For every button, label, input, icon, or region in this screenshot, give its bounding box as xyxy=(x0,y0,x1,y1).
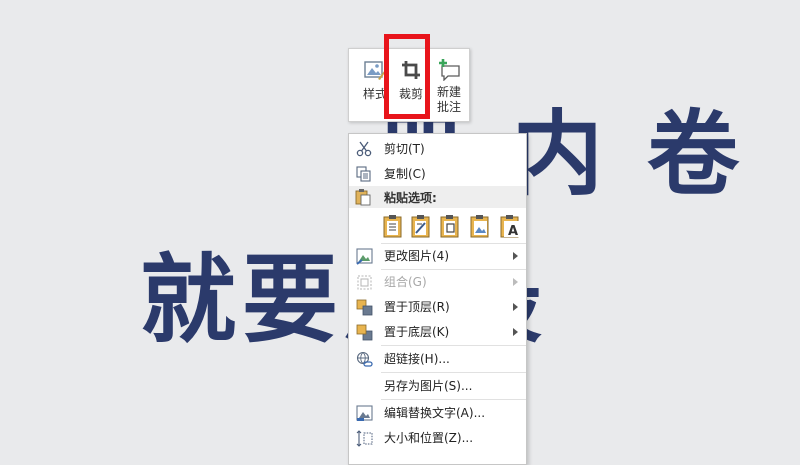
change-picture-icon xyxy=(355,247,373,265)
new-comment-label-line2: 批注 xyxy=(436,100,461,114)
style-label: 样式 xyxy=(362,87,387,101)
new-comment-icon xyxy=(437,57,461,83)
separator xyxy=(381,372,526,373)
crop-label: 裁剪 xyxy=(398,87,423,101)
paste-picture-icon xyxy=(470,215,489,238)
paste-embed-icon xyxy=(440,215,459,238)
submenu-arrow-icon xyxy=(513,278,518,286)
menu-item-hyperlink[interactable]: 超链接(H)... xyxy=(349,347,526,371)
menu-item-copy-label: 复制(C) xyxy=(384,167,426,181)
menu-item-edit-alt-text-label: 编辑替换文字(A)... xyxy=(384,406,486,420)
menu-item-send-to-back-label: 置于底层(K) xyxy=(384,325,450,339)
menu-item-hyperlink-label: 超链接(H)... xyxy=(384,352,450,366)
new-comment-label: 新建 批注 xyxy=(437,85,461,115)
alt-text-icon xyxy=(355,404,373,422)
menu-item-copy[interactable]: 复制(C) xyxy=(349,162,526,186)
menu-item-bring-to-front[interactable]: 置于顶层(R) xyxy=(349,295,526,319)
menu-item-save-as-picture[interactable]: 另存为图片(S)... xyxy=(349,374,526,398)
menu-item-size-position-label: 大小和位置(Z)... xyxy=(384,431,474,445)
paste-options-row: A xyxy=(349,212,526,240)
separator xyxy=(381,399,526,400)
menu-item-group[interactable]: 组合(G) xyxy=(349,270,526,294)
crop-icon xyxy=(400,57,422,83)
submenu-arrow-icon xyxy=(513,303,518,311)
separator xyxy=(381,345,526,346)
menu-item-group-label: 组合(G) xyxy=(384,275,427,289)
bring-to-front-icon xyxy=(355,298,373,316)
menu-item-change-picture[interactable]: 更改图片(4) xyxy=(349,244,526,268)
menu-item-edit-alt-text[interactable]: 编辑替换文字(A)... xyxy=(349,401,526,425)
menu-item-cut[interactable]: 剪切(T) xyxy=(349,137,526,161)
size-position-icon xyxy=(355,429,373,447)
mini-toolbar: 样式 裁剪 新建 批注 xyxy=(348,48,470,122)
new-comment-label-line1: 新建 xyxy=(436,85,461,99)
group-icon xyxy=(355,273,373,291)
menu-item-bring-to-front-label: 置于顶层(R) xyxy=(384,300,450,314)
submenu-arrow-icon xyxy=(513,328,518,336)
svg-text:A: A xyxy=(508,224,518,238)
menu-item-size-position[interactable]: 大小和位置(Z)... xyxy=(349,426,526,450)
paste-text-only-icon: A xyxy=(500,215,519,239)
paste-picture-button[interactable] xyxy=(469,214,491,238)
paste-embed-button[interactable] xyxy=(439,214,461,238)
picture-style-icon xyxy=(364,57,386,83)
paste-icon xyxy=(355,188,371,210)
hyperlink-icon xyxy=(355,350,373,368)
submenu-arrow-icon xyxy=(513,252,518,260)
menu-item-change-picture-label: 更改图片(4) xyxy=(384,249,449,263)
paste-options-header: 粘贴选项: xyxy=(349,186,526,208)
menu-item-send-to-back[interactable]: 置于底层(K) xyxy=(349,320,526,344)
paste-text-only-button[interactable]: A xyxy=(499,214,521,239)
paste-options-label: 粘贴选项: xyxy=(384,191,437,205)
send-to-back-icon xyxy=(355,323,373,341)
menu-item-cut-label: 剪切(T) xyxy=(384,142,425,156)
paste-keep-source-icon xyxy=(383,215,402,238)
style-button[interactable]: 样式 xyxy=(357,49,393,121)
paste-dest-theme-icon xyxy=(411,215,430,238)
scissors-icon xyxy=(355,140,373,158)
crop-button[interactable]: 裁剪 xyxy=(391,49,431,121)
copy-icon xyxy=(355,165,373,183)
paste-keep-source-button[interactable] xyxy=(382,214,404,238)
menu-item-save-as-picture-label: 另存为图片(S)... xyxy=(384,379,473,393)
paste-dest-theme-button[interactable] xyxy=(410,214,432,238)
new-comment-button[interactable]: 新建 批注 xyxy=(429,49,469,121)
context-menu: 剪切(T) 复制(C) 粘贴选项: A 更改图片(4) 组合(G) 置于顶层(R… xyxy=(348,133,527,465)
